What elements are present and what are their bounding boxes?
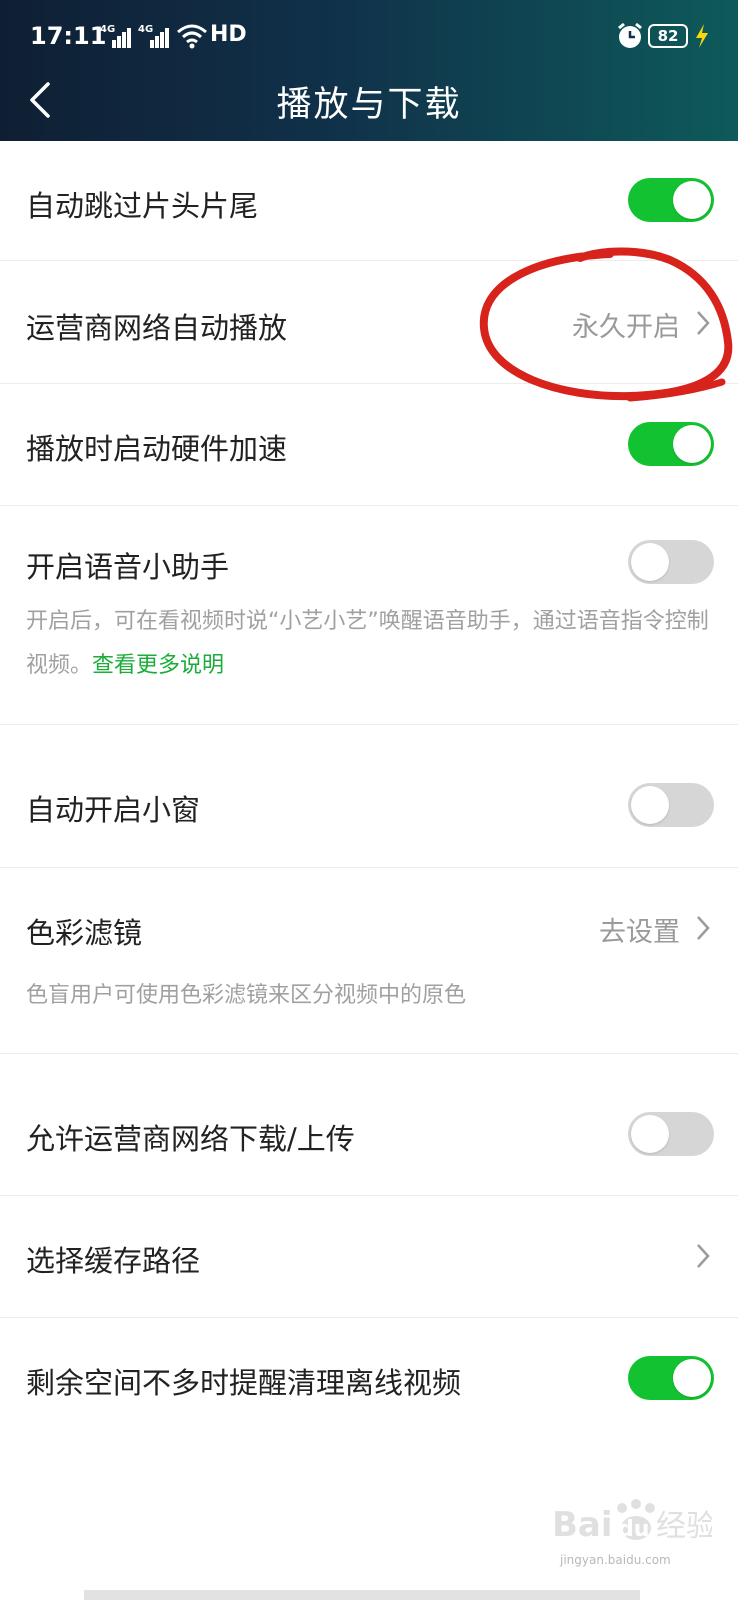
setting-label: 自动开启小窗: [26, 793, 201, 827]
settings-list: 自动跳过片头片尾 运营商网络自动播放 永久开启 播放时启动硬件加速 开启语音小助…: [0, 141, 738, 1440]
voice-assistant-toggle[interactable]: [628, 540, 714, 584]
signal-type-label: 4G: [138, 24, 154, 35]
auto-mini-window-toggle[interactable]: [628, 783, 714, 827]
setting-mobile-download[interactable]: 允许运营商网络下载/上传: [0, 1054, 738, 1196]
setting-color-filter[interactable]: 色彩滤镜 去设置 色盲用户可使用色彩滤镜来区分视频中的原色: [0, 868, 738, 1054]
status-time: 17:11: [30, 22, 107, 50]
battery-level: 82: [657, 27, 679, 45]
setting-label: 开启语音小助手: [26, 550, 230, 584]
charging-icon: [696, 24, 708, 48]
setting-description: 开启后，可在看视频时说“小艺小艺”唤醒语音助手，通过语音指令控制视频。查看更多说…: [26, 600, 716, 688]
wifi-icon: [177, 24, 207, 49]
watermark-url: jingyan.baidu.com: [560, 1553, 671, 1567]
svg-text:Bai: Bai: [552, 1505, 613, 1545]
more-info-link[interactable]: 查看更多说明: [92, 653, 224, 678]
setting-value: 去设置: [599, 917, 680, 948]
chevron-right-icon: [697, 1244, 710, 1268]
chevron-right-icon: [697, 311, 710, 335]
bottom-strip: [84, 1590, 640, 1600]
setting-value: 永久开启: [572, 312, 680, 343]
setting-label: 运营商网络自动播放: [26, 311, 288, 345]
setting-label: 选择缓存路径: [26, 1244, 201, 1278]
setting-label: 剩余空间不多时提醒清理离线视频: [26, 1366, 462, 1400]
battery-indicator: 82: [648, 24, 688, 48]
svg-text:du: du: [618, 1517, 649, 1542]
chevron-right-icon: [697, 916, 710, 940]
baidu-watermark-logo: Bai du 经验: [552, 1499, 712, 1545]
setting-auto-mini-window[interactable]: 自动开启小窗: [0, 725, 738, 868]
app-header: 17:11 4G 4G HD 82 播放与下载: [0, 0, 738, 141]
setting-cache-path[interactable]: 选择缓存路径: [0, 1196, 738, 1318]
svg-text:经验: 经验: [656, 1509, 712, 1544]
mobile-download-toggle[interactable]: [628, 1112, 714, 1156]
hardware-accel-toggle[interactable]: [628, 422, 714, 466]
setting-skip-intro[interactable]: 自动跳过片头片尾: [0, 141, 738, 261]
alarm-icon: [618, 22, 642, 48]
setting-label: 色彩滤镜: [26, 916, 143, 950]
status-bar: 17:11 4G 4G HD 82: [0, 0, 738, 70]
setting-mobile-autoplay[interactable]: 运营商网络自动播放 永久开启: [0, 261, 738, 384]
signal-icon: 4G: [138, 24, 169, 48]
setting-label: 自动跳过片头片尾: [26, 189, 259, 223]
skip-intro-toggle[interactable]: [628, 178, 714, 222]
page-title: 播放与下载: [276, 85, 462, 125]
hd-label: HD: [210, 22, 247, 47]
setting-label: 允许运营商网络下载/上传: [26, 1122, 355, 1156]
signal-icon: 4G: [100, 24, 131, 48]
setting-description: 色盲用户可使用色彩滤镜来区分视频中的原色: [26, 983, 467, 1008]
setting-voice-assistant[interactable]: 开启语音小助手 开启后，可在看视频时说“小艺小艺”唤醒语音助手，通过语音指令控制…: [0, 506, 738, 725]
setting-label: 播放时启动硬件加速: [26, 432, 288, 466]
setting-hardware-accel[interactable]: 播放时启动硬件加速: [0, 384, 738, 506]
signal-type-label: 4G: [100, 24, 116, 35]
low-space-reminder-toggle[interactable]: [628, 1356, 714, 1400]
setting-low-space-reminder[interactable]: 剩余空间不多时提醒清理离线视频: [0, 1318, 738, 1440]
